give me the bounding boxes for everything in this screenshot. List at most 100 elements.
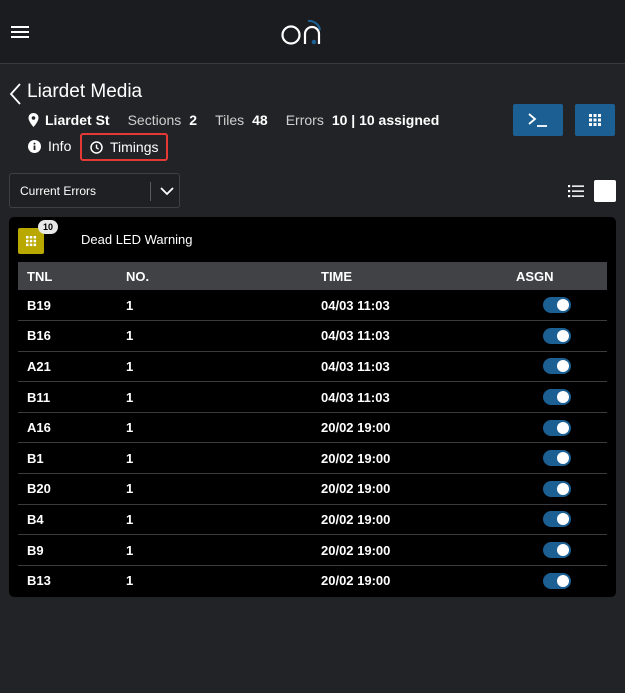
error-filter-select[interactable]: Current Errors [9, 173, 180, 208]
toggle-knob [557, 513, 569, 526]
table-row[interactable]: B19 1 04/03 11:03 [18, 290, 607, 321]
clock-icon [90, 140, 103, 154]
toggle-knob [557, 452, 569, 465]
cell-no: 1 [126, 328, 134, 344]
cell-asgn [516, 290, 607, 321]
error-table: TNL NO. TIME ASGN B19 1 04/03 11:03 B16 1 04/… [18, 262, 607, 596]
table-row[interactable]: B11 1 04/03 11:03 [18, 382, 607, 413]
cell-no: 1 [126, 542, 134, 558]
toggle-knob [557, 421, 569, 434]
back-chevron-icon[interactable] [8, 82, 24, 106]
table-row[interactable]: B4 1 20/02 19:00 [18, 504, 607, 535]
cell-time: 20/02 19:00 [321, 450, 391, 466]
column-header-no: NO. [126, 268, 150, 284]
assign-toggle[interactable] [543, 480, 571, 497]
assign-toggle[interactable] [543, 542, 571, 559]
tab-timings[interactable]: Timings [80, 133, 168, 161]
cell-time: 20/02 19:00 [321, 481, 391, 497]
toggle-knob [557, 360, 569, 373]
info-icon [28, 139, 41, 153]
cell-tnl: B4 [27, 511, 44, 527]
cell-asgn [516, 351, 607, 382]
assign-toggle[interactable] [543, 358, 571, 375]
cell-tnl: A16 [27, 420, 51, 436]
cell-tnl: B11 [27, 389, 51, 405]
cell-time: 20/02 19:00 [321, 420, 391, 436]
cell-no: 1 [126, 420, 134, 436]
toggle-knob [557, 574, 569, 587]
chevron-down-icon [160, 187, 174, 196]
assign-toggle[interactable] [543, 389, 571, 406]
top-bar [0, 0, 625, 64]
grid-view-button[interactable] [575, 104, 615, 136]
cell-time: 20/02 19:00 [321, 542, 391, 558]
cell-tnl: B19 [27, 297, 51, 313]
cell-asgn [516, 535, 607, 566]
cell-time: 20/02 19:00 [321, 511, 391, 527]
table-row[interactable]: B1 1 20/02 19:00 [18, 443, 607, 474]
cell-no: 1 [126, 389, 134, 405]
cell-asgn [516, 443, 607, 474]
page-title: Liardet Media [27, 81, 143, 102]
list-icon[interactable] [568, 183, 584, 199]
table-row[interactable]: A16 1 20/02 19:00 [18, 412, 607, 443]
cell-asgn [516, 565, 607, 596]
cell-tnl: A21 [27, 358, 51, 374]
assign-toggle[interactable] [543, 327, 571, 344]
table-row[interactable]: B20 1 20/02 19:00 [18, 474, 607, 505]
error-filter-value: Current Errors [20, 184, 97, 198]
toggle-knob [557, 329, 569, 342]
view-toggle-square[interactable] [594, 180, 616, 202]
cell-no: 1 [126, 511, 134, 527]
cell-asgn [516, 504, 607, 535]
toggle-knob [557, 391, 569, 404]
cell-tnl: B13 [27, 573, 51, 589]
cell-asgn [516, 382, 607, 413]
tab-info[interactable]: Info [28, 137, 71, 155]
assign-toggle[interactable] [543, 572, 571, 589]
select-divider [150, 182, 151, 201]
cell-time: 04/03 11:03 [321, 389, 390, 405]
cell-tnl: B9 [27, 542, 44, 558]
tab-timings-label: Timings [110, 139, 159, 155]
column-header-time: TIME [321, 268, 353, 284]
assign-toggle[interactable] [543, 450, 571, 467]
toggle-knob [557, 544, 569, 557]
terminal-icon [528, 113, 547, 127]
cell-time: 04/03 11:03 [321, 328, 390, 344]
cell-tnl: B20 [27, 481, 51, 497]
cell-no: 1 [126, 358, 134, 374]
errors-value: 10 | 10 assigned [331, 112, 440, 128]
cell-asgn [516, 474, 607, 505]
column-header-asgn: ASGN [516, 268, 554, 284]
assign-toggle[interactable] [543, 419, 571, 436]
terminal-button[interactable] [513, 104, 563, 136]
error-card: 10 Dead LED Warning TNL NO. TIME ASGN B1… [9, 217, 616, 597]
cell-no: 1 [126, 297, 134, 313]
menu-icon[interactable] [11, 26, 29, 39]
table-row[interactable]: A21 1 04/03 11:03 [18, 351, 607, 382]
cell-asgn [516, 412, 607, 443]
sections-label: Sections [127, 112, 182, 128]
assign-toggle[interactable] [543, 511, 571, 528]
location-pin-icon [28, 113, 39, 127]
table-header-row: TNL NO. TIME ASGN [18, 262, 607, 290]
table-row[interactable]: B16 1 04/03 11:03 [18, 321, 607, 352]
table-row[interactable]: B13 1 20/02 19:00 [18, 565, 607, 596]
assign-toggle[interactable] [543, 297, 571, 314]
cell-time: 04/03 11:03 [321, 297, 390, 313]
tiles-label: Tiles [215, 112, 245, 128]
site-meta: Liardet St Sections 2 Tiles 48 Errors 10… [28, 111, 439, 129]
grid-icon [589, 114, 601, 126]
tab-info-label: Info [48, 138, 72, 154]
cell-tnl: B16 [27, 328, 51, 344]
table-row[interactable]: B9 1 20/02 19:00 [18, 535, 607, 566]
cell-time: 04/03 11:03 [321, 358, 390, 374]
tiles-value: 48 [252, 112, 268, 128]
card-title: Dead LED Warning [81, 232, 193, 247]
errors-label: Errors [285, 112, 324, 128]
cell-no: 1 [126, 450, 134, 466]
logo [281, 19, 322, 45]
sections-value: 2 [189, 112, 198, 128]
cell-no: 1 [126, 481, 134, 497]
